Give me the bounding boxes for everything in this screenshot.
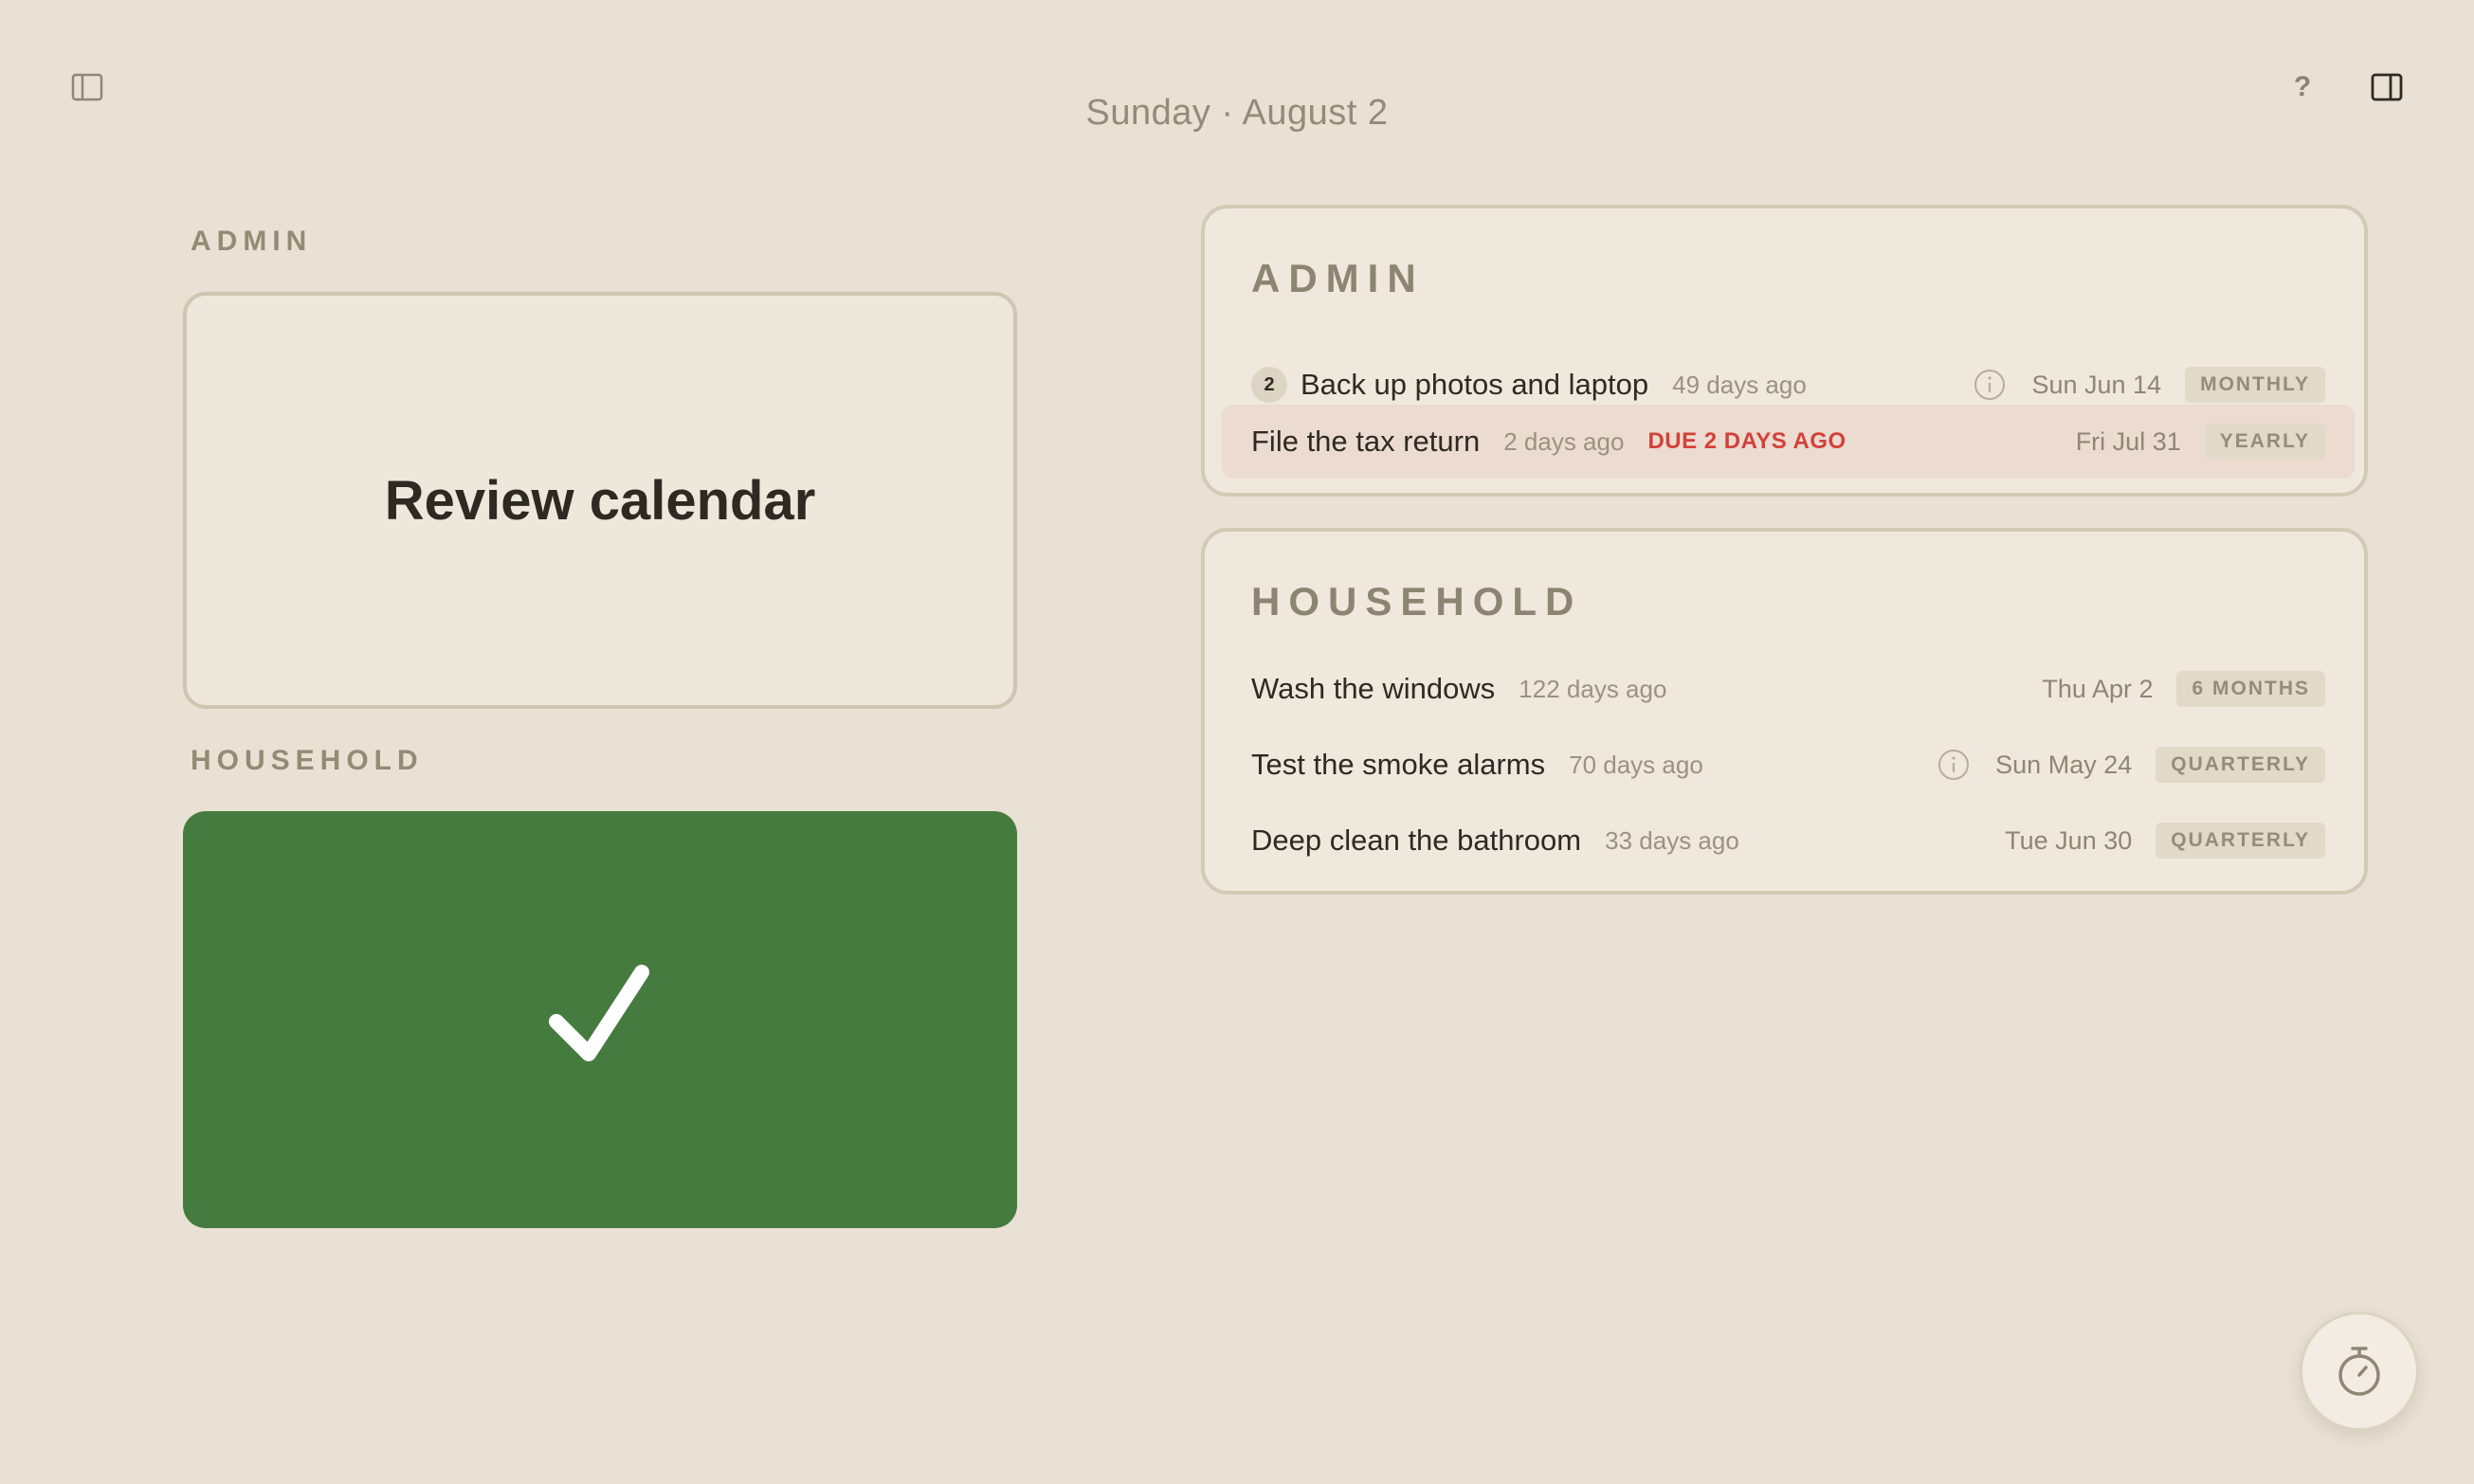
task-date: Fri Jul 31 bbox=[2075, 426, 2181, 456]
task-name: File the tax return bbox=[1251, 425, 1481, 458]
frequency-tag: QUARTERLY bbox=[2156, 747, 2325, 783]
household-panel-title: HOUSEHOLD bbox=[1251, 579, 1583, 624]
stopwatch-icon bbox=[2338, 1347, 2380, 1396]
app-window: Sunday · August 2 ? ADMIN Review calenda… bbox=[0, 0, 2474, 1484]
frequency-tag: YEARLY bbox=[2204, 424, 2325, 460]
count-badge: 2 bbox=[1251, 367, 1287, 403]
task-name: Back up photos and laptop bbox=[1301, 368, 1649, 401]
admin-panel: ADMIN 2 Back up photos and laptop 49 day… bbox=[1201, 205, 2368, 497]
help-button[interactable]: ? bbox=[2276, 61, 2329, 114]
household-focus-card[interactable] bbox=[183, 811, 1017, 1228]
task-row[interactable]: Deep clean the bathroom 33 days ago Tue … bbox=[1222, 804, 2355, 878]
due-warning: DUE 2 DAYS AGO bbox=[1647, 428, 1846, 454]
task-date: Sun May 24 bbox=[1995, 750, 2133, 779]
household-section-label: HOUSEHOLD bbox=[191, 745, 424, 776]
household-panel: HOUSEHOLD Wash the windows 122 days ago … bbox=[1201, 528, 2368, 895]
frequency-tag: 6 MONTHS bbox=[2176, 671, 2325, 707]
info-icon[interactable] bbox=[1937, 749, 1970, 781]
frequency-tag: QUARTERLY bbox=[2156, 823, 2325, 859]
task-last-done: 49 days ago bbox=[1672, 370, 1807, 399]
timer-button[interactable] bbox=[2300, 1312, 2419, 1431]
task-last-done: 122 days ago bbox=[1519, 674, 1667, 703]
checkmark-icon bbox=[549, 965, 649, 1061]
task-row-overdue[interactable]: File the tax return 2 days ago DUE 2 DAY… bbox=[1222, 405, 2355, 479]
task-date: Sun Jun 14 bbox=[2031, 370, 2162, 399]
task-row[interactable]: Test the smoke alarms 70 days ago Sun Ma… bbox=[1222, 728, 2355, 802]
page-title: Sunday · August 2 bbox=[1085, 93, 1389, 133]
task-row[interactable]: Wash the windows 122 days ago Thu Apr 2 … bbox=[1222, 652, 2355, 726]
task-name: Test the smoke alarms bbox=[1251, 748, 1546, 781]
task-last-done: 2 days ago bbox=[1503, 426, 1625, 456]
sidebar-right-toggle-button[interactable] bbox=[2360, 61, 2413, 114]
task-last-done: 33 days ago bbox=[1605, 825, 1739, 855]
admin-focus-card[interactable]: Review calendar bbox=[183, 292, 1017, 709]
admin-section-label: ADMIN bbox=[191, 226, 313, 257]
task-date: Tue Jun 30 bbox=[2005, 825, 2133, 855]
sidebar-right-icon bbox=[2371, 73, 2403, 101]
task-last-done: 70 days ago bbox=[1569, 750, 1703, 779]
task-date: Thu Apr 2 bbox=[2042, 674, 2154, 703]
info-icon[interactable] bbox=[1974, 369, 2006, 401]
task-name: Deep clean the bathroom bbox=[1251, 823, 1582, 857]
admin-panel-title: ADMIN bbox=[1251, 256, 1425, 300]
admin-card-title: Review calendar bbox=[384, 469, 816, 532]
task-name: Wash the windows bbox=[1251, 672, 1496, 705]
frequency-tag: MONTHLY bbox=[2185, 367, 2325, 403]
